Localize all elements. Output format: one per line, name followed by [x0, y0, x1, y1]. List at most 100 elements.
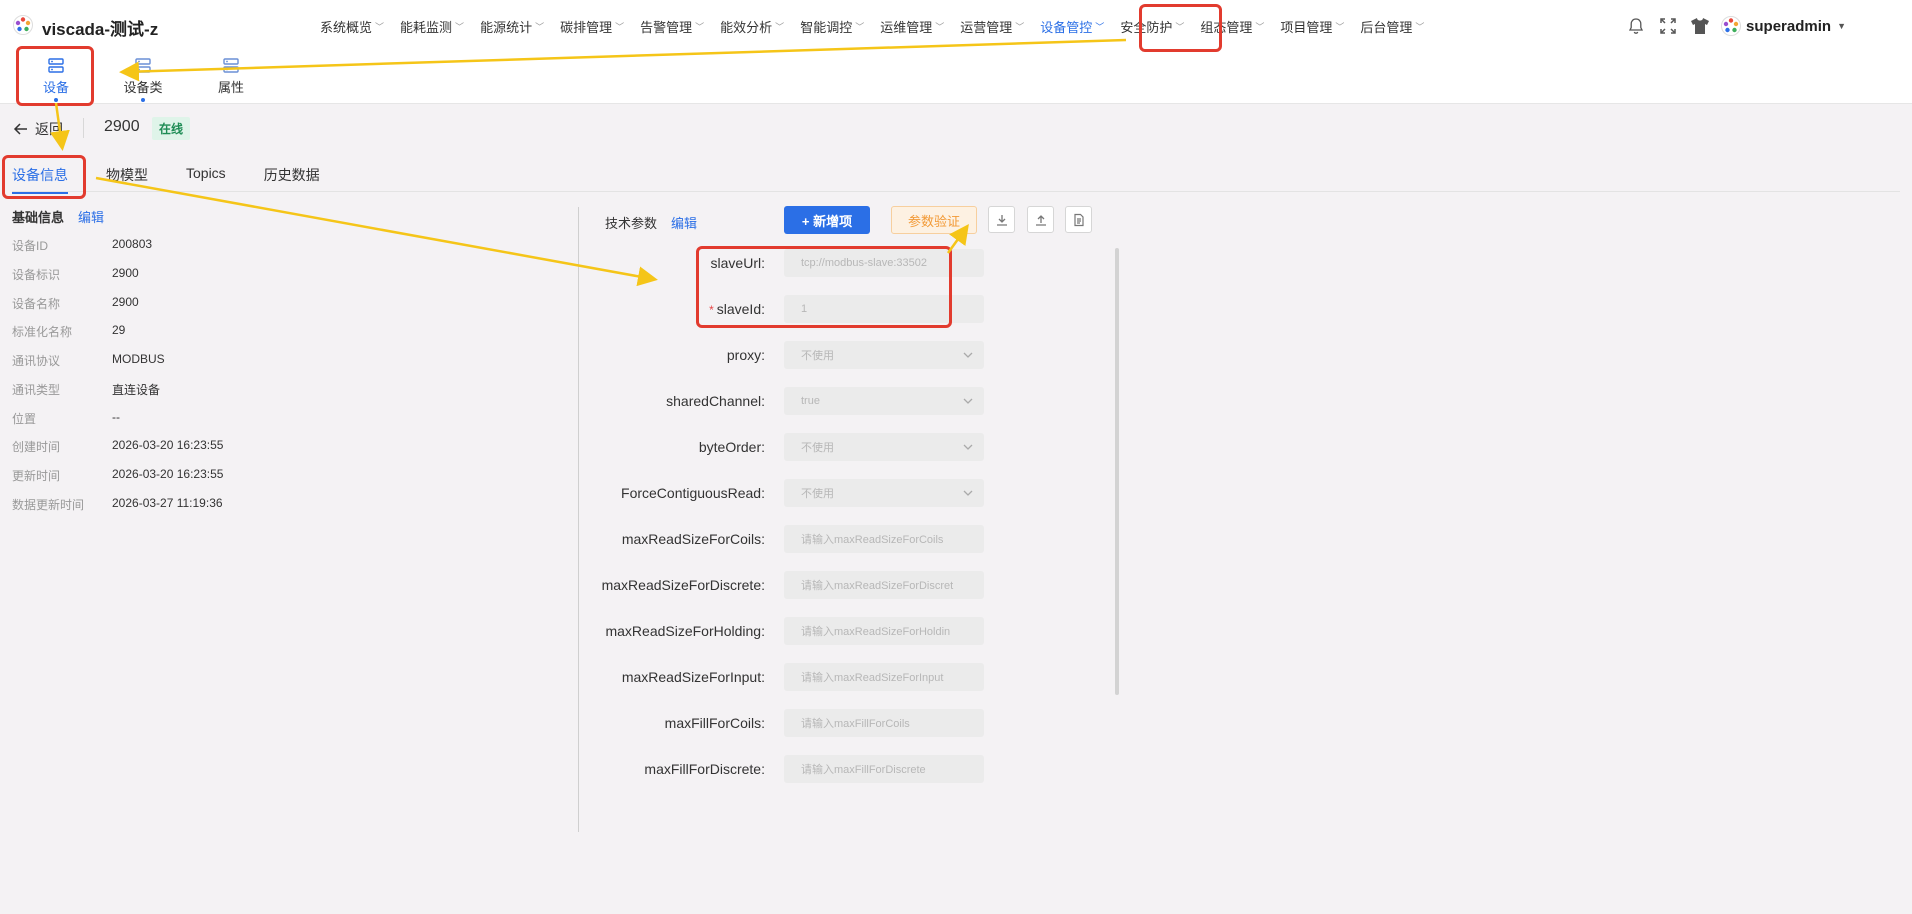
document-icon[interactable] — [1065, 206, 1092, 233]
param-select-proxy[interactable]: 不使用 — [784, 341, 984, 369]
arrow-left-icon — [13, 123, 27, 135]
bell-icon[interactable] — [1625, 15, 1647, 37]
basic-info-title: 基础信息 — [12, 210, 65, 225]
nav-item-maintenance[interactable]: 运维管理 ﹀ — [880, 17, 944, 36]
param-input-maxfillforcoils[interactable]: 请输入maxFillForCoils — [784, 709, 984, 737]
nav-item-overview[interactable]: 系统概览 ﹀ — [320, 17, 384, 36]
nav-item-alarm[interactable]: 告警管理 ﹀ — [640, 17, 704, 36]
chevron-down-icon: ﹀ — [775, 21, 785, 32]
chevron-down-icon: ﹀ — [455, 21, 465, 32]
chevron-down-icon: ﹀ — [1175, 21, 1185, 32]
param-input-maxreadsizeforholding[interactable]: 请输入maxReadSizeForHoldin — [784, 617, 984, 645]
param-label-slaveurl: slaveUrl: — [710, 255, 765, 271]
param-input-slaveid[interactable]: 1 — [784, 295, 984, 323]
status-badge: 在线 — [152, 117, 191, 140]
chevron-down-icon: ﹀ — [535, 21, 545, 32]
info-key: 设备标识 — [12, 268, 61, 282]
nav-item-config[interactable]: 组态管理 ﹀ — [1200, 17, 1264, 36]
verify-params-button[interactable]: 参数验证 — [891, 206, 977, 234]
chevron-down-icon: ﹀ — [1015, 21, 1025, 32]
info-value: 2026-03-20 16:23:55 — [112, 467, 224, 481]
nav-item-smart-control[interactable]: 智能调控 ﹀ — [800, 17, 864, 36]
info-value: 2900 — [112, 295, 139, 309]
chevron-down-icon: ﹀ — [935, 21, 945, 32]
subnav-device-class-label: 设备类 — [123, 80, 163, 95]
basic-info-edit-link[interactable]: 编辑 — [78, 207, 104, 226]
nav-item-security[interactable]: 安全防护 ﹀ — [1120, 17, 1184, 36]
param-select-sharedchannel[interactable]: true — [784, 387, 984, 415]
info-value: 直连设备 — [112, 383, 161, 397]
subnav-device-class[interactable]: 设备类 — [108, 54, 178, 102]
nav-item-operation[interactable]: 运营管理 ﹀ — [960, 17, 1024, 36]
device-icon — [48, 58, 64, 73]
info-key: 设备名称 — [12, 297, 61, 311]
param-label-maxreadsizeforinput: maxReadSizeForInput: — [621, 669, 765, 685]
param-label-proxy: proxy: — [726, 347, 765, 363]
chevron-down-icon: ﹀ — [1415, 21, 1425, 32]
param-label-maxreadsizefordiscrete: maxReadSizeForDiscrete: — [601, 577, 765, 593]
device-title: 2900 — [104, 118, 140, 135]
param-label-maxreadsizeforcoils: maxReadSizeForCoils: — [621, 531, 765, 547]
tab-topics[interactable]: Topics — [186, 165, 226, 194]
param-label-maxfillforcoils: maxFillForCoils: — [664, 715, 765, 731]
param-select-forcecontiguousread[interactable]: 不使用 — [784, 479, 984, 507]
info-value: -- — [112, 410, 120, 424]
required-asterisk: * — [709, 303, 714, 317]
param-input-slaveurl[interactable]: tcp://modbus-slave:33502 — [784, 249, 984, 277]
detail-tabs: 设备信息 物模型 Topics 历史数据 — [12, 165, 358, 194]
nav-item-device-control[interactable]: 设备管控 ﹀ — [1040, 17, 1104, 36]
params-scrollbar[interactable] — [1115, 248, 1119, 695]
app-logo — [13, 15, 33, 35]
param-input-maxreadsizeforcoils[interactable]: 请输入maxReadSizeForCoils — [784, 525, 984, 553]
device-class-icon — [135, 58, 151, 73]
chevron-down-icon: ﹀ — [855, 21, 865, 32]
download-icon[interactable] — [988, 206, 1015, 233]
chevron-down-icon — [963, 490, 973, 496]
info-value: 29 — [112, 323, 126, 337]
chevron-down-icon: ﹀ — [695, 21, 705, 32]
tech-params-edit-link[interactable]: 编辑 — [671, 213, 697, 232]
info-key: 更新时间 — [12, 469, 61, 483]
info-value: 200803 — [112, 237, 153, 251]
nav-item-energy-stats[interactable]: 能源统计 ﹀ — [480, 17, 544, 36]
chevron-down-icon: ﹀ — [1335, 21, 1345, 32]
param-select-byteorder[interactable]: 不使用 — [784, 433, 984, 461]
nav-item-efficiency[interactable]: 能效分析 ﹀ — [720, 17, 784, 36]
info-key: 位置 — [12, 412, 37, 426]
caret-down-icon[interactable]: ▼ — [1837, 21, 1846, 31]
subnav-device[interactable]: 设备 — [21, 54, 91, 102]
info-key: 通讯类型 — [12, 383, 61, 397]
back-button[interactable]: 返回 — [13, 119, 63, 139]
info-key: 设备ID — [12, 239, 49, 253]
chevron-down-icon: ﹀ — [375, 21, 385, 32]
upload-icon[interactable] — [1027, 206, 1054, 233]
fullscreen-icon[interactable] — [1657, 15, 1679, 37]
param-input-maxreadsizefordiscrete[interactable]: 请输入maxReadSizeForDiscret — [784, 571, 984, 599]
info-value: 2026-03-20 16:23:55 — [112, 438, 224, 452]
chevron-down-icon — [963, 444, 973, 450]
tab-device-info[interactable]: 设备信息 — [12, 165, 68, 194]
param-label-slaveid: * slaveId: — [709, 301, 765, 317]
param-input-maxreadsizeforinput[interactable]: 请输入maxReadSizeForInput — [784, 663, 984, 691]
info-value: MODBUS — [112, 352, 165, 366]
chevron-down-icon — [963, 352, 973, 358]
tab-thing-model[interactable]: 物模型 — [106, 165, 148, 194]
chevron-down-icon: ﹀ — [615, 21, 625, 32]
info-key: 标准化名称 — [12, 325, 73, 339]
tab-history[interactable]: 历史数据 — [264, 165, 320, 194]
user-avatar[interactable] — [1721, 16, 1742, 36]
theme-shirt-icon[interactable] — [1689, 15, 1711, 37]
subnav-attribute-label: 属性 — [217, 80, 244, 95]
add-item-button[interactable]: + 新增项 — [784, 206, 870, 234]
tabs-underline — [12, 191, 1900, 192]
param-input-maxfillfordiscrete[interactable]: 请输入maxFillForDiscrete — [784, 755, 984, 783]
subnav-attribute[interactable]: 属性 — [196, 54, 266, 96]
top-right-tools: superadmin ▼ — [1625, 0, 1912, 52]
nav-item-carbon[interactable]: 碳排管理 ﹀ — [560, 17, 624, 36]
param-label-sharedchannel: sharedChannel: — [666, 393, 765, 409]
nav-item-project[interactable]: 项目管理 ﹀ — [1280, 17, 1344, 36]
nav-item-energy-monitor[interactable]: 能耗监测 ﹀ — [400, 17, 464, 36]
username[interactable]: superadmin — [1746, 18, 1831, 35]
nav-item-admin[interactable]: 后台管理 ﹀ — [1360, 17, 1424, 36]
tech-params-title: 技术参数 — [605, 216, 658, 231]
